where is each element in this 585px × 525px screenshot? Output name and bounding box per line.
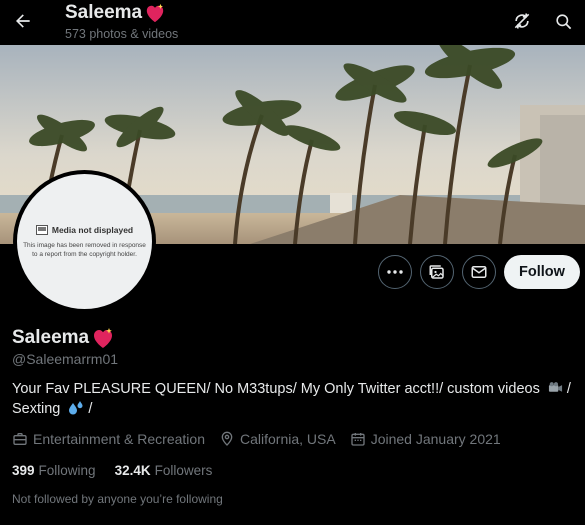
sweat-droplets-icon [69, 401, 83, 415]
profile-name: Saleema [12, 327, 115, 349]
sparkling-heart-icon [94, 328, 113, 348]
joined-text: Joined January 2021 [370, 431, 501, 447]
media-not-displayed-placeholder: Media not displayed This image has been … [17, 174, 152, 309]
bio-line-2-end: / [84, 401, 93, 417]
subscribe-button[interactable] [420, 255, 454, 289]
header-title-text: Saleema [65, 2, 143, 23]
mail-icon [471, 266, 487, 278]
search-button[interactable] [548, 6, 578, 36]
followers-link[interactable]: 32.4K Followers [115, 463, 213, 478]
profile-joined: Joined January 2021 [350, 431, 501, 447]
top-bar: Saleema 573 photos & videos [0, 0, 585, 45]
profile-category: Entertainment & Recreation [12, 431, 205, 447]
following-label: Following [38, 463, 96, 478]
profile-name-text: Saleema [12, 327, 90, 348]
back-button[interactable] [8, 6, 38, 36]
refresh-button[interactable] [507, 6, 537, 36]
more-icon [387, 270, 403, 274]
followers-count: 32.4K [114, 463, 151, 478]
profile-bio: Your Fav PLEASURE QUEEN/ No M33tups/ My … [12, 379, 577, 419]
media-removed-text: This image has been removed in response … [23, 241, 146, 258]
movie-camera-icon [548, 382, 562, 392]
arrow-left-icon [16, 14, 30, 28]
photo-subscribe-icon [429, 265, 444, 279]
header-title: Saleema [65, 2, 178, 24]
bio-line-1-end: / [562, 381, 571, 397]
profile-avatar[interactable]: Media not displayed This image has been … [13, 170, 156, 313]
followed-by-note: Not followed by anyone you’re following [12, 492, 223, 506]
following-count: 399 [12, 463, 35, 478]
profile-handle: @Saleemarrm01 [12, 351, 119, 367]
profile-location: California, USA [219, 431, 336, 447]
header-title-block: Saleema 573 photos & videos [65, 2, 178, 43]
media-not-displayed-title: Media not displayed [35, 224, 134, 235]
follow-button[interactable]: Follow [504, 255, 580, 289]
location-text: California, USA [239, 431, 336, 447]
bio-line-2: Sexting [12, 401, 61, 417]
message-button[interactable] [462, 255, 496, 289]
profile-meta: Entertainment & Recreation California, U… [12, 431, 515, 447]
following-link[interactable]: 399 Following [12, 463, 96, 478]
more-button[interactable] [378, 255, 412, 289]
location-pin-icon [221, 431, 233, 446]
calendar-icon [351, 433, 365, 446]
sparkling-heart-icon [146, 3, 164, 23]
followers-label: Followers [154, 463, 213, 478]
image-icon [35, 224, 48, 235]
category-text: Entertainment & Recreation [33, 431, 205, 447]
bio-line-1: Your Fav PLEASURE QUEEN/ No M33tups/ My … [12, 381, 540, 397]
briefcase-icon [13, 433, 27, 445]
header-subtitle: 573 photos & videos [65, 27, 179, 41]
media-title-text: Media not displayed [51, 224, 134, 235]
search-icon [555, 13, 571, 29]
refresh-slash-icon [514, 13, 530, 29]
follow-stats: 399 Following 32.4K Followers [12, 463, 231, 478]
